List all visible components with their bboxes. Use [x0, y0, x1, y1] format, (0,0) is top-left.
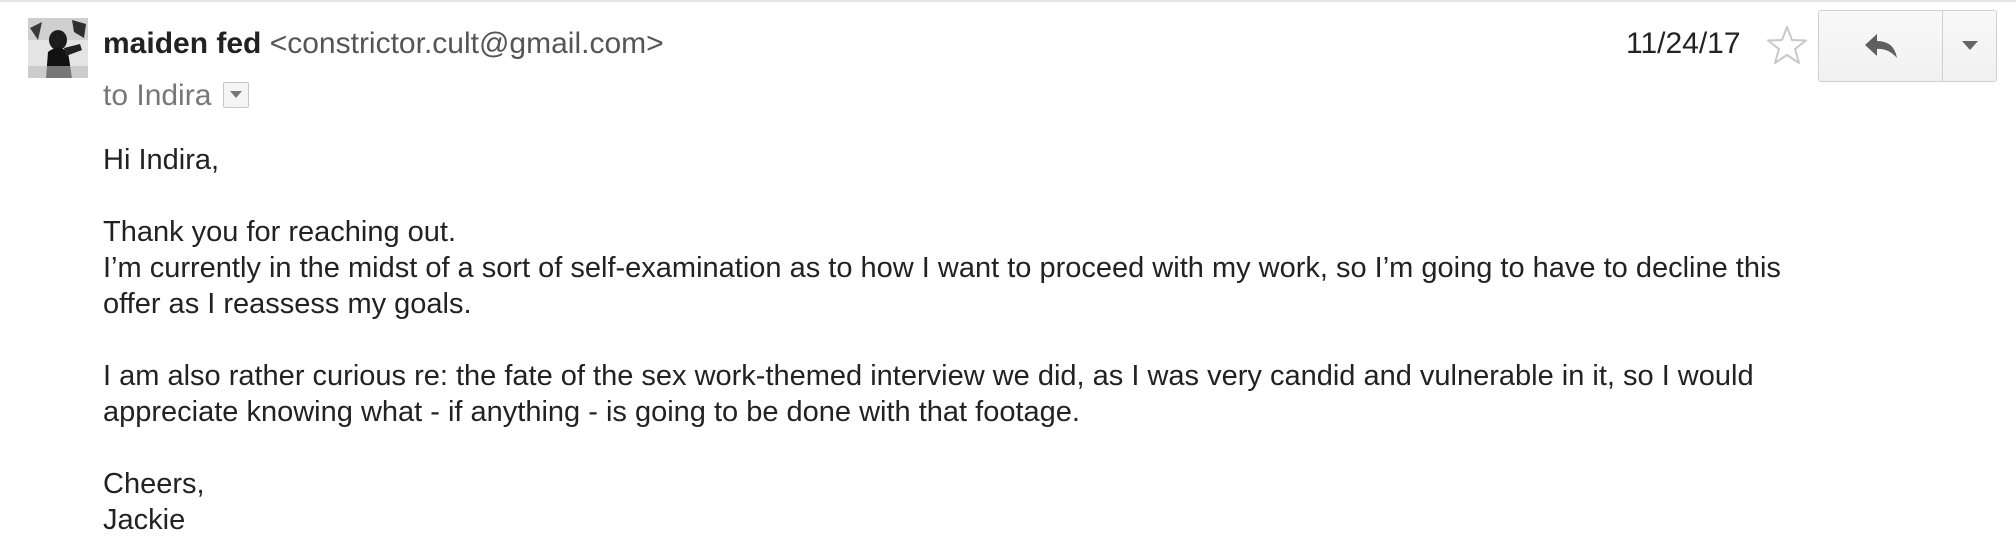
sender-email: <constrictor.cult@gmail.com> — [269, 27, 664, 60]
sender-name[interactable]: maiden fed — [103, 27, 261, 60]
star-outline-icon — [1767, 26, 1807, 64]
body-line: offer as I reassess my goals. — [103, 288, 472, 320]
body-line: I’m currently in the midst of a sort of … — [103, 252, 1781, 284]
triangle-down-icon — [230, 91, 243, 98]
body-line: Thank you for reaching out. — [103, 216, 457, 248]
more-actions-button[interactable] — [1943, 10, 1997, 82]
greeting-line: Hi Indira, — [103, 144, 220, 176]
body-line: I am also rather curious re: the fate of… — [103, 360, 1754, 392]
message-body: Hi Indira, Thank you for reaching out. I… — [103, 142, 2003, 538]
message-date: 11/24/17 — [1626, 27, 1741, 60]
show-details-button[interactable] — [223, 82, 250, 108]
sender-line: maiden fed <constrictor.cult@gmail.com> — [103, 26, 664, 62]
avatar-image — [28, 18, 88, 78]
recipient-line: to Indira — [103, 78, 250, 114]
reply-button[interactable] — [1818, 10, 1943, 82]
signature-line: Jackie — [103, 504, 186, 536]
chevron-down-icon — [1961, 41, 1978, 50]
sender-avatar[interactable] — [28, 18, 88, 78]
reply-button-group — [1818, 10, 1997, 82]
star-button[interactable] — [1766, 24, 1808, 66]
top-divider — [0, 0, 2016, 2]
email-message: maiden fed <constrictor.cult@gmail.com> … — [0, 0, 2016, 554]
body-line: appreciate knowing what - if anything - … — [103, 396, 1080, 428]
signoff-line: Cheers, — [103, 468, 205, 500]
recipient-label: to Indira — [103, 79, 212, 112]
reply-arrow-icon — [1864, 34, 1897, 58]
